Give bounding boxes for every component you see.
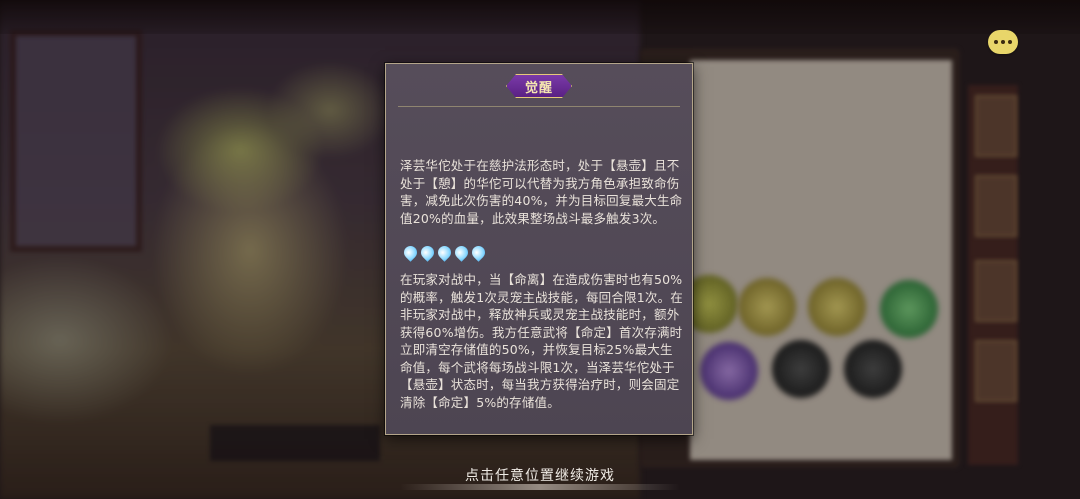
dot — [1001, 40, 1005, 44]
dot — [1008, 40, 1012, 44]
awakening-badge: 觉醒 — [506, 74, 572, 98]
water-drop-icon — [452, 243, 471, 262]
water-drop-icon — [469, 243, 488, 262]
continue-prompt[interactable]: 点击任意位置继续游戏 — [0, 465, 1080, 485]
prompt-underline — [400, 484, 680, 490]
water-drop-icon — [418, 243, 437, 262]
water-drop-icon — [435, 243, 454, 262]
skill-description-secondary: 在玩家对战中，当【命离】在造成伤害时也有50%的概率，触发1次灵宠主战技能，每回… — [400, 272, 684, 410]
skill-description-primary: 泽芸华佗处于在慈护法形态时，处于【悬壶】且不处于【憩】的华佗可以代替为我方角色承… — [400, 158, 683, 226]
chat-bubble-icon[interactable] — [988, 30, 1018, 54]
badge-wrap: 觉醒 — [386, 74, 692, 98]
skill-tooltip-panel: 觉醒 泽芸华佗处于在慈护法形态时，处于【悬壶】且不处于【憩】的华佗可以代替为我方… — [385, 63, 693, 435]
divider — [398, 106, 680, 107]
dot — [994, 40, 998, 44]
water-drop-icon — [401, 243, 420, 262]
water-drop-icons — [401, 243, 488, 262]
